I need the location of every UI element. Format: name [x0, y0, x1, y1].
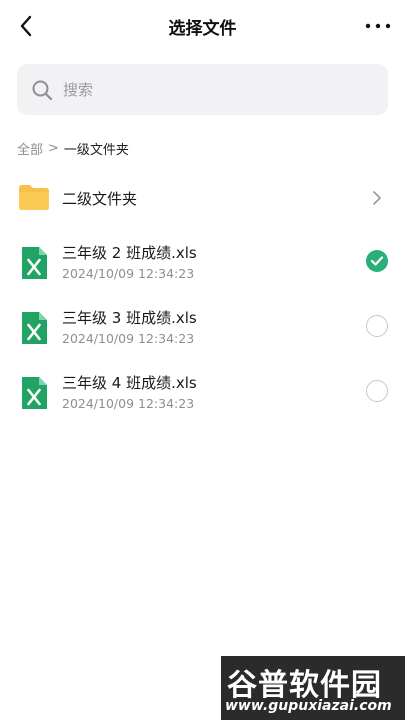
breadcrumb-root-link[interactable]: 全部: [17, 139, 43, 158]
excel-file-icon: [22, 312, 47, 344]
watermark-url: www.gupuxiazai.com: [225, 698, 392, 714]
more-horizontal-icon: [365, 23, 391, 29]
folder-row[interactable]: 二级文件夹: [0, 170, 405, 226]
breadcrumb: 全部 > 一级文件夹: [17, 139, 129, 158]
file-name: 三年级 3 班成绩.xls: [62, 309, 197, 327]
header-bar: 选择文件: [0, 0, 405, 50]
file-row[interactable]: 三年级 3 班成绩.xls 2024/10/09 12:34:23: [0, 299, 405, 363]
selected-checkbox[interactable]: [366, 250, 388, 272]
file-picker-page: 选择文件 全部 > 一级文件夹 二级文件夹: [0, 0, 405, 720]
watermark-logo: 谷普软件园 www.gupuxiazai.com: [221, 656, 405, 720]
unselected-checkbox[interactable]: [366, 380, 388, 402]
search-bar[interactable]: [17, 64, 388, 115]
folder-icon: [19, 185, 49, 210]
excel-file-icon: [22, 247, 47, 279]
checkmark-icon: [370, 256, 384, 266]
file-timestamp: 2024/10/09 12:34:23: [62, 266, 195, 281]
search-icon: [31, 79, 53, 101]
file-name: 三年级 4 班成绩.xls: [62, 374, 197, 392]
file-name: 三年级 2 班成绩.xls: [62, 244, 197, 262]
folder-name: 二级文件夹: [62, 190, 138, 208]
breadcrumb-current: 一级文件夹: [63, 143, 129, 158]
breadcrumb-separator: >: [48, 141, 59, 156]
excel-file-icon: [22, 377, 47, 409]
unselected-checkbox[interactable]: [366, 315, 388, 337]
search-input[interactable]: [61, 79, 365, 100]
more-button[interactable]: [363, 12, 393, 40]
page-title: 选择文件: [168, 19, 237, 39]
chevron-right-icon: [373, 191, 381, 205]
file-timestamp: 2024/10/09 12:34:23: [62, 331, 195, 346]
file-row[interactable]: 三年级 4 班成绩.xls 2024/10/09 12:34:23: [0, 364, 405, 428]
file-row[interactable]: 三年级 2 班成绩.xls 2024/10/09 12:34:23: [0, 234, 405, 298]
file-timestamp: 2024/10/09 12:34:23: [62, 396, 195, 411]
